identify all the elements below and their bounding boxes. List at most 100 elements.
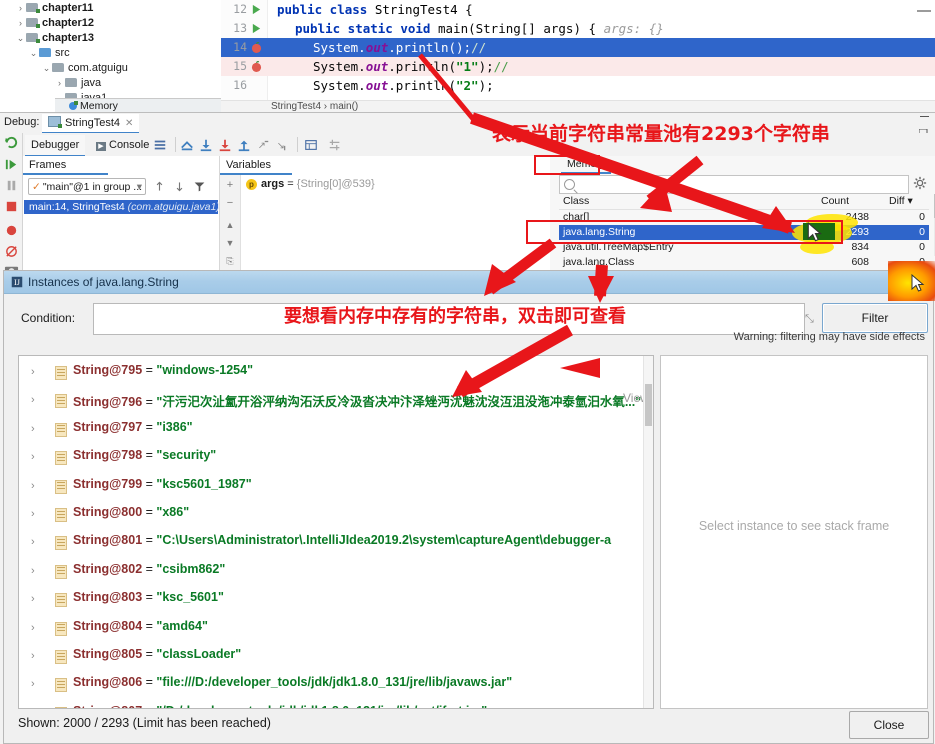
pause-icon[interactable] xyxy=(4,178,19,193)
tree-twisty-icon[interactable]: ⌄ xyxy=(41,60,52,76)
expand-caret-icon[interactable]: › xyxy=(31,707,35,708)
force-step-over-icon[interactable]: ↗ xyxy=(256,138,270,152)
tree-item[interactable]: ⌄ com.atguigu xyxy=(0,60,128,76)
gear-icon[interactable] xyxy=(913,176,927,190)
variable-row[interactable]: p args = {String[0]@539} xyxy=(246,178,375,190)
instance-row[interactable]: › String@806 = "file:///D:/developer_tool… xyxy=(19,671,653,699)
close-button[interactable]: Close xyxy=(849,711,929,739)
memory-table-header[interactable]: Class Count Diff ▾ xyxy=(559,194,929,210)
expand-caret-icon[interactable]: › xyxy=(31,366,35,378)
filter-button[interactable]: Filter xyxy=(822,303,928,333)
expand-caret-icon[interactable]: › xyxy=(31,622,35,634)
run-gutter-icon[interactable] xyxy=(251,23,262,34)
instance-row[interactable]: › String@799 = "ksc5601_1987" xyxy=(19,473,653,501)
project-tree-panel[interactable]: › chapter11 › chapter12 ⌄ chapter13 ⌄ src ⌄ com.a… xyxy=(0,0,222,112)
instance-row[interactable]: › String@805 = "classLoader" xyxy=(19,643,653,671)
close-icon[interactable]: ✕ xyxy=(125,118,133,129)
expand-caret-icon[interactable]: › xyxy=(31,451,35,463)
column-class[interactable]: Class xyxy=(563,195,589,207)
move-down-icon[interactable] xyxy=(173,180,186,193)
tree-item[interactable]: ⌄ src xyxy=(0,45,70,61)
copy-icon[interactable]: ⎘ xyxy=(224,255,236,267)
expand-caret-icon[interactable]: › xyxy=(31,423,35,435)
expand-caret-icon[interactable]: › xyxy=(31,565,35,577)
variable-name: args xyxy=(261,178,285,190)
tree-twisty-icon[interactable]: ⌄ xyxy=(15,30,26,46)
stop-icon[interactable] xyxy=(4,199,19,214)
code-line[interactable]: 13 public static void main(String[] args)… xyxy=(221,19,935,38)
stack-frame-row[interactable]: main:14, StringTest4 (com.atguigu.java1) xyxy=(24,200,220,214)
instance-row[interactable]: › String@798 = "security" xyxy=(19,444,653,472)
expand-caret-icon[interactable]: › xyxy=(31,678,35,690)
tree-item[interactable]: › chapter12 xyxy=(0,15,94,31)
tree-item[interactable]: › java xyxy=(0,75,101,91)
move-up-icon[interactable] xyxy=(153,180,166,193)
instance-row[interactable]: › String@801 = "C:\Users\Administrator\.I… xyxy=(19,529,653,557)
minimize-icon[interactable] xyxy=(920,116,929,117)
settings-icon[interactable] xyxy=(328,138,342,152)
expand-caret-icon[interactable]: › xyxy=(31,480,35,492)
instance-row[interactable]: › String@796 = "汗污汜次沚氳开浴泙纳沟沰沃反冷汲沓决冲汴泽矬沔沋魅… xyxy=(19,387,653,415)
tree-twisty-icon[interactable]: › xyxy=(54,75,65,91)
instances-list[interactable]: › String@795 = "windows-1254" › String@796 … xyxy=(18,355,654,709)
breakpoint-icon[interactable] xyxy=(251,61,262,72)
instance-row[interactable]: › String@807 = "/D:/developer_tools/jdk/j… xyxy=(19,700,653,708)
instances-scrollbar[interactable] xyxy=(643,356,653,708)
expand-caret-icon[interactable]: › xyxy=(31,536,35,548)
instance-row[interactable]: › String@800 = "x86" xyxy=(19,501,653,529)
code-editor[interactable]: 12 public class StringTest4 {13 public sta… xyxy=(221,0,935,112)
breakpoint-icon[interactable] xyxy=(251,42,262,53)
code-line[interactable]: 16 System.out.println("2"); xyxy=(221,76,935,95)
remove-watch-icon[interactable]: − xyxy=(224,197,236,209)
thread-selector[interactable]: ✓ "main"@1 in group ... ▾ xyxy=(28,178,146,195)
filter-icon[interactable] xyxy=(193,180,206,193)
tab-debugger[interactable]: Debugger xyxy=(25,135,86,157)
instance-row[interactable]: › String@804 = "amd64" xyxy=(19,615,653,643)
evaluate-expression-icon[interactable] xyxy=(304,138,318,152)
code-line[interactable]: 12 public class StringTest4 { xyxy=(221,0,935,19)
parameter-badge-icon: p xyxy=(246,179,257,190)
debug-session-tab[interactable]: StringTest4 ✕ xyxy=(42,114,140,134)
instance-row[interactable]: › String@795 = "windows-1254" xyxy=(19,359,653,387)
tree-item[interactable]: › chapter11 xyxy=(0,0,93,16)
force-step-into-icon[interactable]: ↘ xyxy=(275,138,289,152)
view-breakpoints-icon[interactable] xyxy=(4,222,19,237)
add-watch-icon[interactable]: + xyxy=(224,179,236,191)
column-diff[interactable]: Diff ▾ xyxy=(889,195,913,207)
rerun-icon[interactable] xyxy=(4,135,19,150)
editor-tab-memory[interactable]: Memory xyxy=(55,98,221,112)
stack-placeholder: Select instance to see stack frame xyxy=(698,519,890,533)
mute-breakpoints-icon[interactable] xyxy=(4,243,19,258)
expand-caret-icon[interactable]: › xyxy=(31,508,35,520)
tree-twisty-icon[interactable]: › xyxy=(15,0,26,16)
expand-icon[interactable]: ⤡ xyxy=(805,313,814,326)
tree-item[interactable]: ⌄ chapter13 xyxy=(0,30,94,46)
variables-gutter[interactable]: + − ▲ ▼ ⎘ xyxy=(220,175,241,276)
debug-side-toolbar[interactable] xyxy=(0,133,23,276)
tree-twisty-icon[interactable]: › xyxy=(15,15,26,31)
memory-search-input[interactable] xyxy=(559,175,909,194)
instance-row[interactable]: › String@802 = "csibm862" xyxy=(19,558,653,586)
column-count[interactable]: Count xyxy=(821,195,849,207)
move-up-icon[interactable]: ▲ xyxy=(224,219,236,231)
step-into-icon[interactable] xyxy=(218,138,232,152)
memory-row[interactable]: java.lang.Class6080 xyxy=(559,255,929,270)
instance-value: "classLoader" xyxy=(156,647,242,661)
tab-console[interactable]: ▶ Console xyxy=(90,135,155,155)
show-execution-point-icon[interactable] xyxy=(180,138,194,152)
step-over-icon[interactable] xyxy=(199,138,213,152)
expand-caret-icon[interactable]: › xyxy=(31,593,35,605)
move-down-icon[interactable]: ▼ xyxy=(224,237,236,249)
code-line[interactable]: 15 System.out.println("1");// xyxy=(221,57,935,76)
dialog-titlebar[interactable]: IJ Instances of java.lang.String xyxy=(4,261,935,301)
step-out-icon[interactable] xyxy=(237,138,251,152)
tree-twisty-icon[interactable]: ⌄ xyxy=(28,45,39,61)
layout-settings-icon[interactable] xyxy=(153,138,167,152)
instance-row[interactable]: › String@803 = "ksc_5601" xyxy=(19,586,653,614)
instance-row[interactable]: › String@797 = "i386" xyxy=(19,416,653,444)
run-gutter-icon[interactable] xyxy=(251,4,262,15)
expand-caret-icon[interactable]: › xyxy=(31,650,35,662)
expand-caret-icon[interactable]: › xyxy=(31,394,35,406)
code-line[interactable]: 14 System.out.println();// xyxy=(221,38,935,57)
resume-icon[interactable] xyxy=(4,157,19,172)
